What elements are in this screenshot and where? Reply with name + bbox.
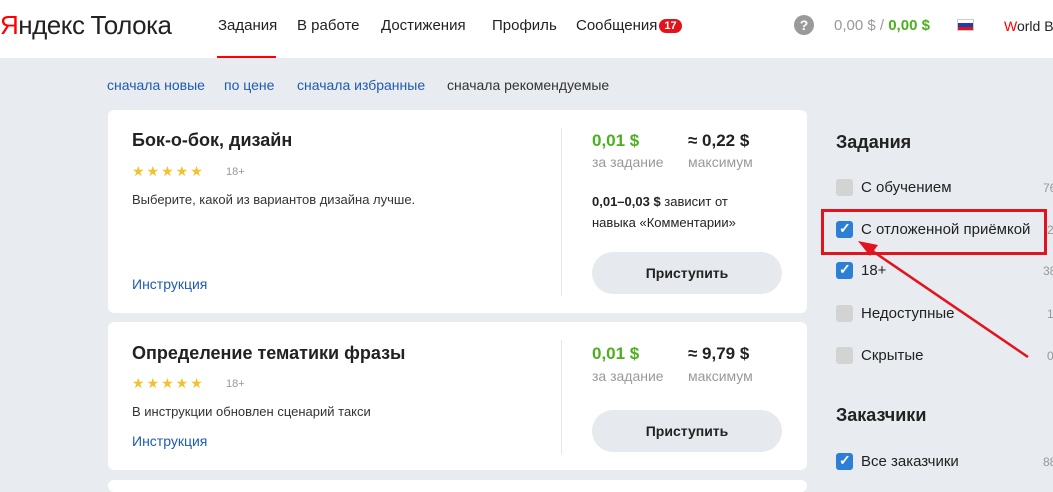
- task-description: Выберите, какой из вариантов дизайна луч…: [132, 192, 416, 207]
- divider: [561, 340, 562, 454]
- task-card[interactable]: Определение тематики фразы ★★★★★ 18+ В и…: [108, 322, 807, 470]
- nav-in-progress[interactable]: В работе: [297, 17, 360, 34]
- nav-messages[interactable]: Сообщения 17: [576, 17, 682, 34]
- filter-count: 76: [1043, 181, 1053, 195]
- nav-profile[interactable]: Профиль: [492, 17, 557, 34]
- filter-count: 88: [1043, 455, 1053, 469]
- filter-label: С обучением: [861, 179, 952, 196]
- filter-label: Скрытые: [861, 347, 924, 364]
- max-label: максимум: [688, 368, 753, 384]
- yandex-toloka-logo[interactable]: Яндекс Толока: [0, 10, 172, 41]
- instruction-link[interactable]: Инструкция: [132, 433, 207, 449]
- filter-label: Недоступные: [861, 305, 955, 322]
- instruction-link[interactable]: Инструкция: [132, 276, 207, 292]
- active-tab-underline: [217, 56, 276, 58]
- logo-y: Я: [0, 10, 19, 40]
- age-badge: 18+: [226, 378, 245, 390]
- filter-label: Все заказчики: [861, 453, 959, 470]
- filter-count: 0: [1047, 349, 1053, 363]
- balance-total: 0,00 $ /: [834, 17, 885, 34]
- checkbox-checked[interactable]: [836, 261, 853, 279]
- russia-flag-icon[interactable]: [957, 19, 974, 31]
- nav-tasks[interactable]: Задания: [218, 17, 277, 34]
- nav-achievements[interactable]: Достижения: [381, 17, 466, 34]
- world-link[interactable]: World B: [1004, 18, 1053, 34]
- sort-favorites[interactable]: сначала избранные: [297, 77, 425, 93]
- customers-filter-title: Заказчики: [836, 405, 927, 425]
- annotation-highlight-box: [821, 209, 1047, 255]
- skill-price-range: 0,01–0,03 $ зависит от навыка «Комментар…: [592, 191, 736, 233]
- price-label: за задание: [592, 154, 664, 170]
- checkbox[interactable]: [836, 179, 853, 196]
- price-label: за задание: [592, 368, 664, 384]
- top-header: Яндекс Толока Задания В работе Достижения…: [0, 0, 1053, 58]
- world-w: W: [1004, 18, 1017, 34]
- checkbox[interactable]: [836, 305, 853, 322]
- balance-available: 0,00 $: [888, 17, 930, 34]
- max-earnings: ≈ 0,22 $: [688, 131, 750, 150]
- task-description: В инструкции обновлен сценарий такси: [132, 404, 371, 419]
- rating-stars: ★★★★★: [132, 163, 205, 179]
- checkbox[interactable]: [836, 347, 853, 364]
- sort-by-price[interactable]: по цене: [224, 77, 274, 93]
- filter-count: 2: [1047, 223, 1053, 237]
- filter-count: 38: [1043, 264, 1053, 278]
- checkbox-checked[interactable]: [836, 452, 853, 470]
- divider: [561, 128, 562, 296]
- help-icon[interactable]: ?: [794, 15, 814, 35]
- filter-label: 18+: [861, 262, 887, 279]
- balance: 0,00 $ / 0,00 $: [834, 17, 930, 34]
- messages-count-badge: 17: [659, 19, 682, 33]
- logo-toloka: Толока: [90, 10, 172, 40]
- logo-yandex: ндекс: [18, 10, 85, 40]
- task-title[interactable]: Бок-о-бок, дизайн: [132, 130, 292, 151]
- range-value: 0,01–0,03 $: [592, 194, 661, 209]
- task-price: 0,01 $: [592, 344, 640, 363]
- range-text: зависит от: [660, 194, 728, 209]
- tasks-filter-title: Задания: [836, 132, 912, 152]
- max-label: максимум: [688, 154, 753, 170]
- filter-count: 1: [1047, 307, 1053, 321]
- sort-recommended[interactable]: сначала рекомендуемые: [447, 77, 609, 93]
- sort-newest[interactable]: сначала новые: [107, 77, 205, 93]
- max-earnings: ≈ 9,79 $: [688, 344, 750, 363]
- age-badge: 18+: [226, 166, 245, 178]
- task-title[interactable]: Определение тематики фразы: [132, 343, 405, 364]
- world-rest: orld B: [1016, 18, 1053, 34]
- task-card[interactable]: [108, 480, 807, 492]
- start-task-button[interactable]: Приступить: [592, 252, 782, 294]
- nav-messages-label: Сообщения: [576, 17, 658, 34]
- range-skill: навыка «Комментарии»: [592, 215, 736, 230]
- task-card[interactable]: Бок-о-бок, дизайн ★★★★★ 18+ Выберите, ка…: [108, 110, 807, 313]
- start-task-button[interactable]: Приступить: [592, 410, 782, 452]
- rating-stars: ★★★★★: [132, 375, 205, 391]
- task-price: 0,01 $: [592, 131, 640, 150]
